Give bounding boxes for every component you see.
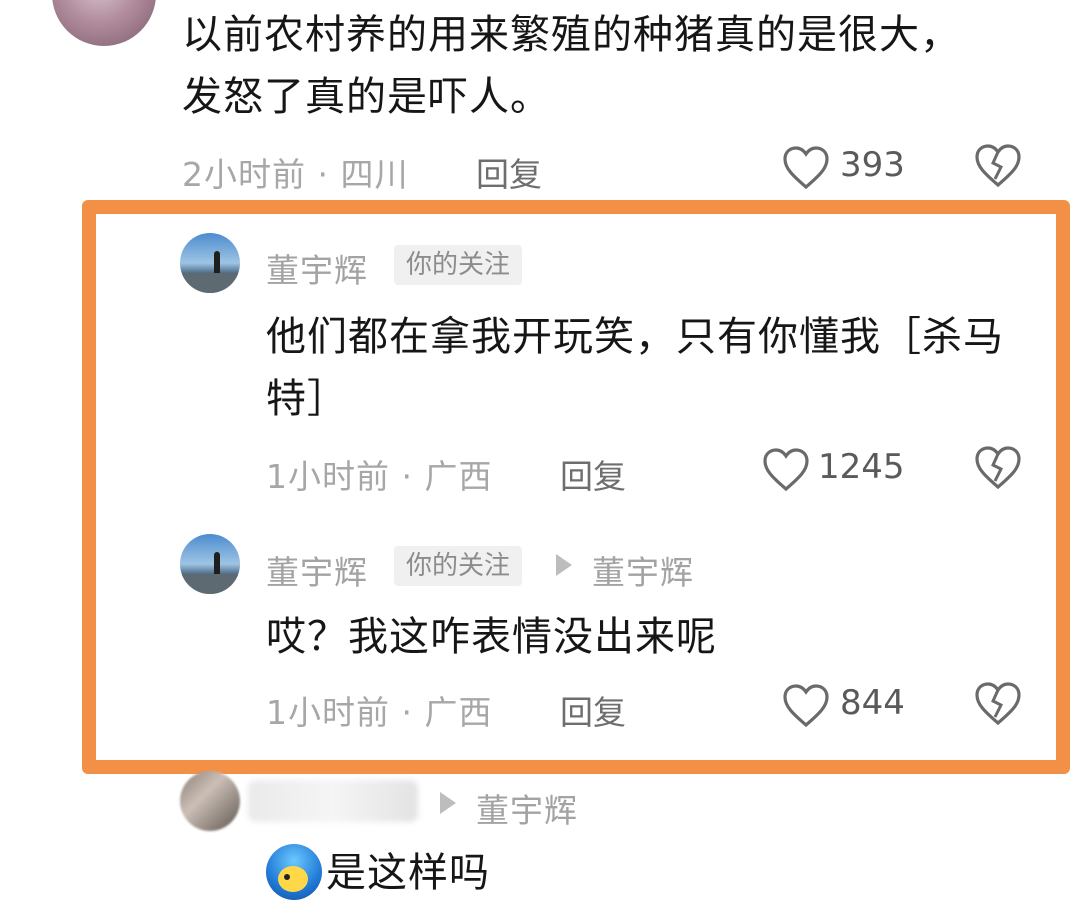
blurred-username	[248, 780, 418, 822]
reply-button[interactable]: 回复	[476, 148, 542, 196]
comment-meta: 2小时前 · 四川	[182, 155, 409, 194]
dislike-button[interactable]	[974, 445, 1024, 495]
reply-button[interactable]: 回复	[560, 686, 626, 734]
reply-meta: 1小时前 · 广西	[266, 457, 493, 496]
reply-meta: 1小时前 · 广西	[266, 693, 493, 732]
dislike-button[interactable]	[974, 681, 1024, 731]
like-count: 1245	[818, 447, 905, 487]
reply-username[interactable]: 董宇辉	[266, 244, 368, 292]
reply-button[interactable]: 回复	[560, 450, 626, 498]
reply-arrow-icon	[440, 792, 456, 814]
heart-outline-icon	[783, 684, 829, 728]
like-button[interactable]: 393	[782, 143, 912, 193]
commenter-avatar[interactable]	[52, 0, 156, 46]
reply-avatar[interactable]	[180, 534, 240, 594]
reply-avatar[interactable]	[180, 233, 240, 293]
broken-heart-icon	[975, 446, 1021, 490]
reply-avatar[interactable]	[180, 771, 240, 831]
reply-text: 是这样吗	[326, 850, 490, 896]
like-count: 844	[840, 683, 905, 723]
like-button[interactable]: 1245	[762, 445, 912, 495]
reply-text: 他们都在拿我开玩笑，只有你懂我［杀马特］	[266, 314, 1004, 422]
like-button[interactable]: 844	[782, 681, 912, 731]
like-count: 393	[840, 145, 905, 185]
dislike-button[interactable]	[974, 143, 1024, 193]
reply-username[interactable]: 董宇辉	[266, 546, 368, 594]
follow-tag: 你的关注	[394, 546, 523, 586]
reply-to-username[interactable]: 董宇辉	[592, 546, 694, 594]
heart-outline-icon	[763, 448, 809, 492]
broken-heart-icon	[975, 682, 1021, 726]
follow-tag: 你的关注	[394, 245, 523, 285]
reply-text: 哎？我这咋表情没出来呢	[266, 614, 717, 660]
reply-to-username[interactable]: 董宇辉	[476, 784, 578, 832]
broken-heart-icon	[975, 144, 1021, 188]
heart-outline-icon	[783, 146, 829, 190]
comment-text: 以前农村养的用来繁殖的种猪真的是很大，发怒了真的是吓人。	[182, 12, 961, 120]
reply-arrow-icon	[556, 554, 572, 576]
